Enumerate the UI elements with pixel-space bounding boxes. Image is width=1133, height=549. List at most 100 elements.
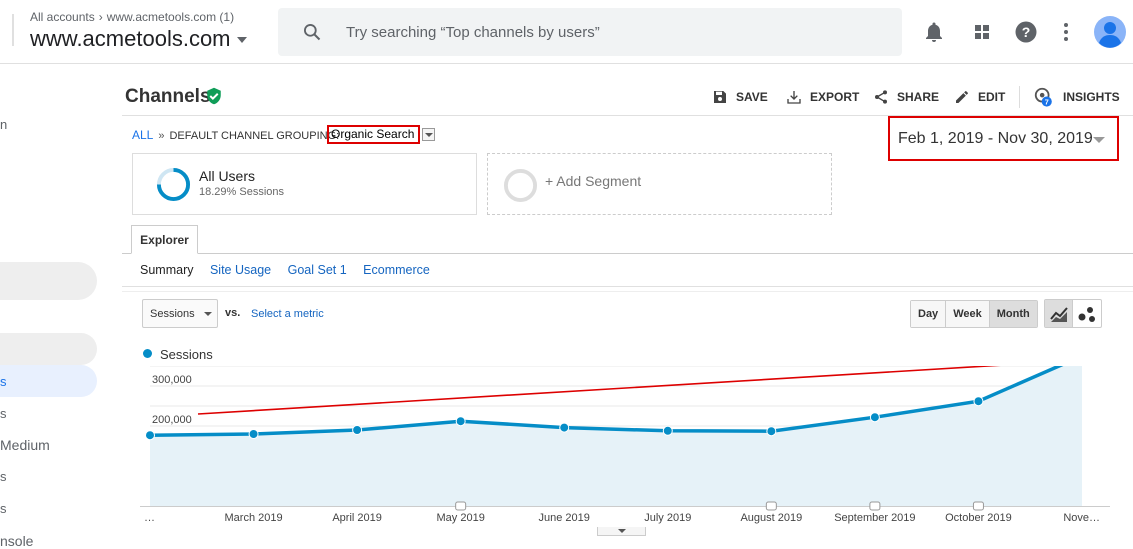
nav-item-fragment[interactable]: Medium bbox=[0, 437, 50, 453]
segment-all-users[interactable]: All Users 18.29% Sessions bbox=[132, 153, 477, 215]
dimension-dropdown-button[interactable] bbox=[422, 128, 435, 141]
period-toggle: Day Week Month bbox=[910, 300, 1038, 328]
help-icon[interactable]: ? bbox=[1014, 20, 1038, 44]
edit-button[interactable]: EDIT bbox=[954, 88, 1005, 106]
nav-item-fragment[interactable]: s bbox=[0, 469, 7, 484]
export-icon bbox=[787, 91, 801, 104]
insights-icon: 7 bbox=[1034, 87, 1052, 107]
subtab-ecommerce[interactable]: Ecommerce bbox=[363, 263, 430, 277]
search-bar[interactable] bbox=[278, 8, 902, 56]
period-day-button[interactable]: Day bbox=[911, 301, 947, 327]
nav-pill-active[interactable] bbox=[0, 365, 97, 397]
x-tick-label: … bbox=[144, 512, 155, 524]
export-button[interactable]: EXPORT bbox=[786, 88, 859, 106]
sessions-area bbox=[150, 366, 1082, 506]
tab-explorer[interactable]: Explorer bbox=[131, 225, 198, 254]
subtab-divider bbox=[122, 286, 1133, 287]
x-tick-label: April 2019 bbox=[332, 512, 382, 524]
caret-down-icon bbox=[1093, 137, 1105, 143]
annotation-marker-icon bbox=[765, 501, 777, 511]
select-metric-link[interactable]: Select a metric bbox=[251, 308, 324, 320]
breadcrumb-all-link[interactable]: ALL bbox=[132, 128, 153, 142]
edit-label: EDIT bbox=[978, 90, 1006, 104]
sessions-point bbox=[352, 425, 363, 435]
save-icon bbox=[714, 91, 726, 103]
breadcrumb-grouping: DEFAULT CHANNEL GROUPING: bbox=[169, 130, 340, 142]
bell-icon[interactable] bbox=[922, 20, 946, 44]
segment-name: All Users bbox=[199, 168, 256, 184]
metric-select[interactable]: Sessions bbox=[142, 299, 218, 328]
subtab-site-usage[interactable]: Site Usage bbox=[210, 263, 271, 277]
search-icon bbox=[304, 24, 321, 41]
more-vert-icon[interactable] bbox=[1054, 20, 1078, 44]
insights-button[interactable]: 7 INSIGHTS bbox=[1033, 87, 1120, 107]
chart-legend: Sessions bbox=[143, 347, 213, 362]
y-tick-label: 300,000 bbox=[152, 374, 192, 386]
verified-check-icon bbox=[207, 87, 221, 105]
vs-label: vs. bbox=[225, 307, 241, 319]
subtab-summary[interactable]: Summary bbox=[140, 263, 193, 277]
bubble-chart-icon bbox=[1078, 306, 1095, 322]
share-label: SHARE bbox=[897, 90, 940, 104]
legend-dot bbox=[143, 349, 152, 358]
share-button[interactable]: SHARE bbox=[873, 88, 939, 106]
segment-share: 18.29% Sessions bbox=[199, 186, 284, 198]
tab-divider bbox=[122, 253, 1133, 254]
crumb-property[interactable]: www.acmetools.com (1) bbox=[107, 10, 234, 24]
legend-label: Sessions bbox=[160, 347, 213, 362]
search-input[interactable] bbox=[346, 8, 886, 56]
nav-pill[interactable] bbox=[0, 333, 97, 365]
actions-divider bbox=[1019, 86, 1020, 108]
date-range-picker[interactable]: Feb 1, 2019 - Nov 30, 2019 bbox=[888, 116, 1119, 161]
page-title: Channels bbox=[125, 86, 211, 107]
crumb-all-accounts[interactable]: All accounts bbox=[30, 10, 95, 24]
caret-down-icon bbox=[236, 37, 247, 44]
motion-chart-button[interactable] bbox=[1073, 300, 1101, 327]
x-tick-label: October 2019 bbox=[945, 512, 1012, 524]
save-button[interactable]: SAVE bbox=[712, 88, 768, 106]
nav-item-fragment[interactable]: s bbox=[0, 501, 7, 516]
add-segment-button[interactable]: + Add Segment bbox=[487, 153, 832, 215]
nav-pill[interactable] bbox=[0, 262, 97, 300]
sessions-chart[interactable]: 300,000200,000100,000…March 2019April 20… bbox=[140, 366, 1110, 528]
period-week-button[interactable]: Week bbox=[946, 301, 990, 327]
insights-label: INSIGHTS bbox=[1063, 90, 1120, 104]
nav-item-fragment[interactable]: n bbox=[0, 117, 7, 132]
edit-icon bbox=[956, 91, 968, 103]
account-breadcrumb[interactable]: All accounts › www.acmetools.com (1) bbox=[30, 10, 234, 24]
left-nav: n s s Medium s s nsole bbox=[0, 64, 110, 549]
top-bar: All accounts › www.acmetools.com (1) www.a… bbox=[0, 0, 1133, 64]
empty-segment-icon bbox=[503, 168, 538, 203]
segment-donut-icon bbox=[156, 167, 191, 202]
dimension-value-highlight[interactable]: Organic Search bbox=[327, 125, 420, 144]
period-month-button[interactable]: Month bbox=[989, 301, 1037, 327]
nav-item-fragment[interactable]: nsole bbox=[0, 533, 33, 549]
share-icon bbox=[875, 90, 887, 104]
subtab-goal-set[interactable]: Goal Set 1 bbox=[288, 263, 347, 277]
avatar-icon[interactable] bbox=[1094, 16, 1126, 48]
apps-grid-icon[interactable] bbox=[970, 20, 994, 44]
chart-type-toggle bbox=[1044, 299, 1102, 328]
nav-item-fragment[interactable]: s bbox=[0, 374, 7, 389]
x-tick-label: August 2019 bbox=[740, 512, 802, 524]
line-chart-icon bbox=[1049, 306, 1068, 322]
insights-badge: 7 bbox=[1045, 97, 1049, 106]
chart-collapse-handle[interactable] bbox=[597, 527, 646, 536]
line-chart-button[interactable] bbox=[1045, 300, 1074, 327]
export-label: EXPORT bbox=[810, 90, 860, 104]
sessions-point bbox=[455, 416, 466, 427]
sessions-point bbox=[145, 430, 155, 441]
account-selector[interactable]: www.acmetools.com bbox=[30, 26, 247, 52]
sessions-point bbox=[869, 412, 880, 423]
x-tick-label: May 2019 bbox=[437, 512, 485, 524]
x-tick-label: March 2019 bbox=[225, 512, 283, 524]
y-tick-label: 200,000 bbox=[152, 414, 192, 426]
annotation-marker-icon bbox=[972, 501, 984, 511]
sessions-point bbox=[559, 422, 570, 433]
sessions-point bbox=[973, 396, 984, 407]
svg-text:?: ? bbox=[1022, 24, 1031, 40]
x-tick-label: June 2019 bbox=[539, 512, 590, 524]
account-name: www.acmetools.com bbox=[30, 26, 231, 51]
date-range-text: Feb 1, 2019 - Nov 30, 2019 bbox=[898, 130, 1093, 147]
nav-item-fragment[interactable]: s bbox=[0, 406, 7, 421]
